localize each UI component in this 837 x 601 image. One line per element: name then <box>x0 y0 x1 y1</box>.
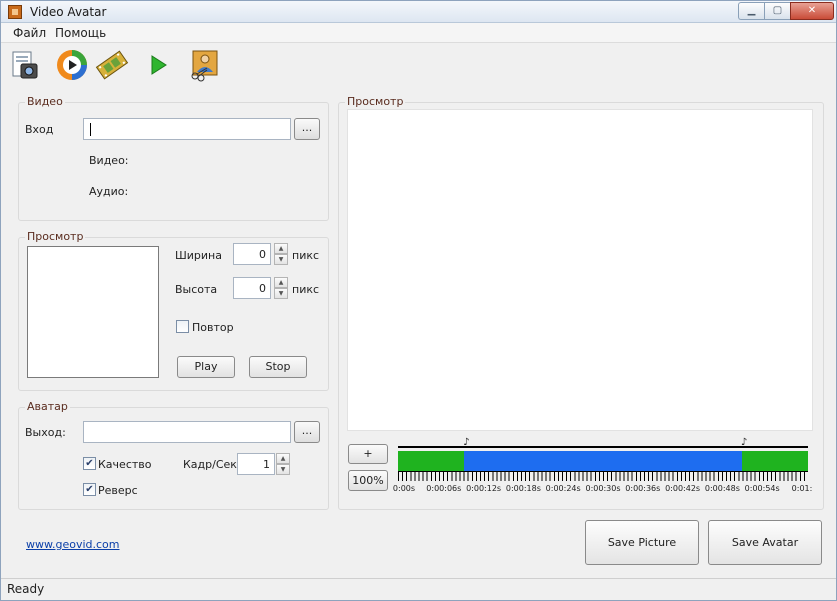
browse-input-button[interactable]: ... <box>294 118 320 140</box>
width-unit: пикс <box>292 249 320 262</box>
avatar-cut-icon[interactable] <box>187 48 221 82</box>
width-down-icon[interactable]: ▼ <box>274 254 288 265</box>
height-up-icon[interactable]: ▲ <box>274 277 288 288</box>
close-button[interactable]: ✕ <box>790 2 834 20</box>
timeline-before-selection <box>398 451 465 471</box>
main-preview-canvas <box>347 109 813 431</box>
width-field[interactable]: 0 <box>233 243 271 265</box>
website-link[interactable]: www.geovid.com <box>26 538 120 551</box>
input-file-input[interactable] <box>84 119 290 139</box>
preview-group-title: Просмотр <box>25 230 86 243</box>
fps-value: 1 <box>263 458 270 471</box>
fps-label: Кадр/Сек <box>183 458 237 471</box>
quality-checkbox[interactable]: ✔ <box>83 457 96 470</box>
window-controls: ▁ ▢ ✕ <box>738 2 834 20</box>
open-video-icon[interactable] <box>7 48 41 82</box>
height-field[interactable]: 0 <box>233 277 271 299</box>
menu-help[interactable]: Помощь <box>55 26 106 40</box>
selection-end-handle[interactable]: ♪ <box>741 437 747 448</box>
width-value: 0 <box>259 248 266 261</box>
save-picture-button[interactable]: Save Picture <box>585 520 699 565</box>
timeline-tick-label: 0:00:36s <box>625 484 661 493</box>
audio-info-label: Аудио: <box>89 185 129 198</box>
fps-stepper[interactable]: ▲ ▼ <box>276 453 290 475</box>
window-title: Video Avatar <box>30 5 107 19</box>
output-file-input[interactable] <box>84 422 290 442</box>
minimize-button[interactable]: ▁ <box>738 2 764 20</box>
timeline[interactable]: ♪ ♪ 0:00s 0:00:06s 0:00:12s 0:00:18s 0:00:24… <box>393 437 812 499</box>
zoom-reset-button[interactable]: 100% <box>348 470 388 491</box>
quality-label: Качество <box>98 458 152 471</box>
width-stepper[interactable]: ▲ ▼ <box>274 243 288 265</box>
timeline-after-selection <box>741 451 808 471</box>
media-player-icon[interactable] <box>55 48 89 82</box>
timeline-selection[interactable] <box>464 451 742 471</box>
text-caret <box>90 123 91 136</box>
selection-start-handle[interactable]: ♪ <box>463 437 469 448</box>
input-label: Вход <box>25 123 54 136</box>
repeat-checkbox[interactable] <box>176 320 189 333</box>
status-text: Ready <box>7 582 45 596</box>
output-label: Выход: <box>25 426 66 439</box>
height-unit: пикс <box>292 283 320 296</box>
save-avatar-button[interactable]: Save Avatar <box>708 520 822 565</box>
timeline-tick-label: 0:00:30s <box>585 484 621 493</box>
film-icon[interactable] <box>95 48 129 82</box>
maximize-button[interactable]: ▢ <box>764 2 790 20</box>
reverse-label: Реверс <box>98 484 138 497</box>
reverse-checkbox[interactable]: ✔ <box>83 483 96 496</box>
timeline-tick-label: 0:01: <box>791 484 813 493</box>
width-label: Ширина <box>175 249 222 262</box>
avatar-preview-box <box>27 246 159 378</box>
timeline-tick-label: 0:00s <box>392 484 416 493</box>
height-value: 0 <box>259 282 266 295</box>
output-file-field[interactable] <box>83 421 291 443</box>
title-bar[interactable]: Video Avatar ▁ ▢ ✕ <box>1 1 836 23</box>
app-window: Video Avatar ▁ ▢ ✕ Файл Помощь Видео Вхо… <box>0 0 837 601</box>
status-bar: Ready <box>1 578 836 600</box>
app-icon <box>8 5 22 19</box>
timeline-tick-label: 0:00:12s <box>466 484 502 493</box>
fps-field[interactable]: 1 <box>237 453 275 475</box>
timeline-tick-label: 0:00:18s <box>505 484 541 493</box>
height-down-icon[interactable]: ▼ <box>274 288 288 299</box>
timeline-tick-label: 0:00:42s <box>665 484 701 493</box>
input-file-field[interactable] <box>83 118 291 140</box>
browse-output-button[interactable]: ... <box>294 421 320 443</box>
height-label: Высота <box>175 283 218 296</box>
timeline-tick-label: 0:00:54s <box>744 484 780 493</box>
zoom-in-button[interactable]: + <box>348 444 388 464</box>
toolbar <box>1 44 836 86</box>
video-group-title: Видео <box>25 95 65 108</box>
menu-file[interactable]: Файл <box>13 26 46 40</box>
menu-bar: Файл Помощь <box>1 23 836 43</box>
repeat-label: Повтор <box>192 321 234 334</box>
timeline-tick-label: 0:00:48s <box>704 484 740 493</box>
timeline-ruler <box>398 471 808 481</box>
fps-down-icon[interactable]: ▼ <box>276 464 290 475</box>
play-button[interactable]: Play <box>177 356 235 378</box>
main-preview-title: Просмотр <box>345 95 406 108</box>
timeline-tick-label: 0:00:24s <box>545 484 581 493</box>
play-icon[interactable] <box>141 48 175 82</box>
width-up-icon[interactable]: ▲ <box>274 243 288 254</box>
video-info-label: Видео: <box>89 154 129 167</box>
fps-up-icon[interactable]: ▲ <box>276 453 290 464</box>
avatar-group-title: Аватар <box>25 400 70 413</box>
timeline-tick-label: 0:00:06s <box>426 484 462 493</box>
height-stepper[interactable]: ▲ ▼ <box>274 277 288 299</box>
stop-button[interactable]: Stop <box>249 356 307 378</box>
